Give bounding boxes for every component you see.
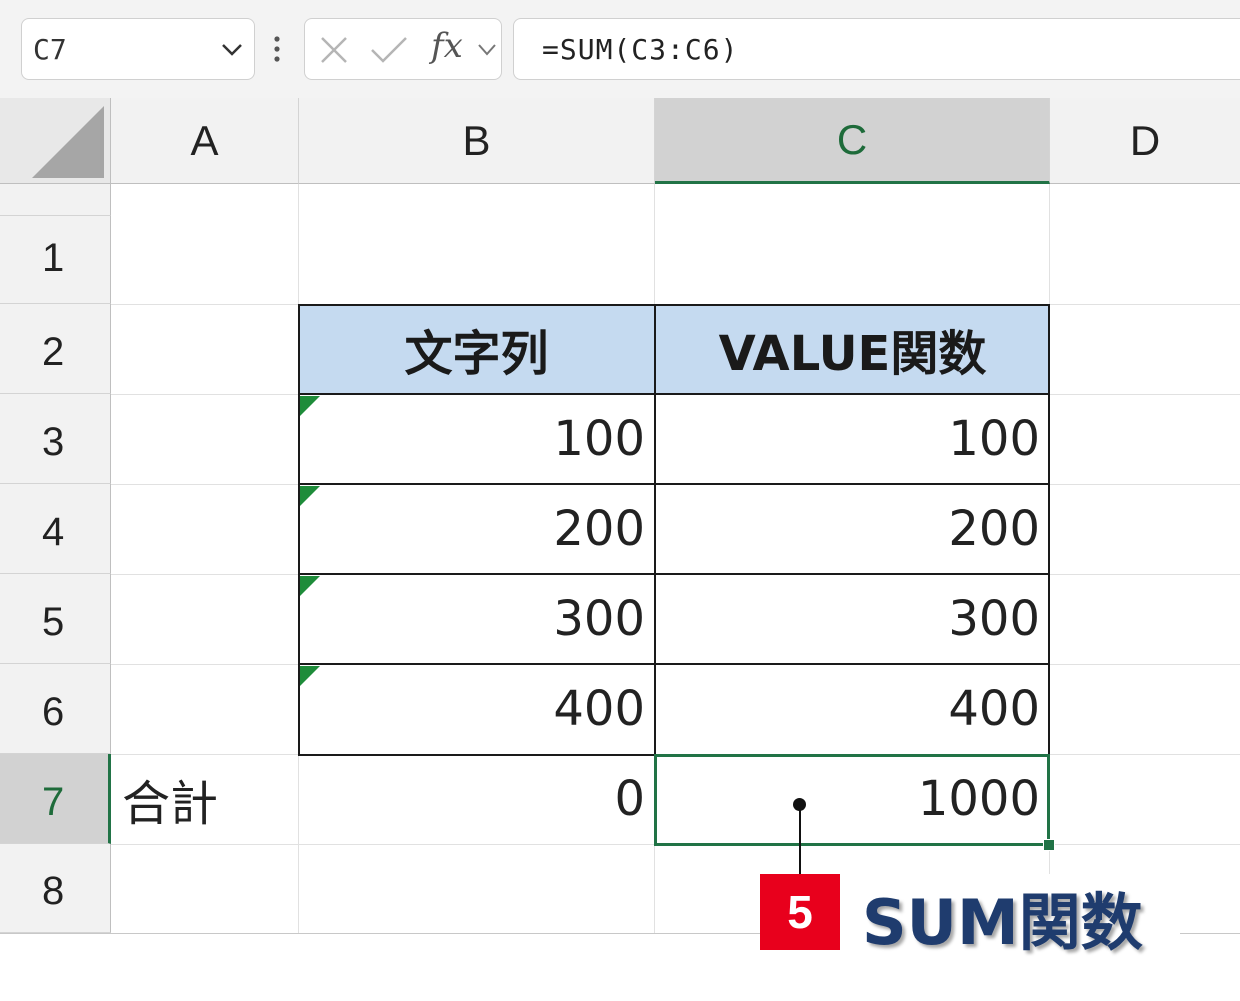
cell-c5[interactable]: 300 (655, 574, 1050, 664)
row-header-7[interactable]: 7 (0, 754, 111, 844)
row-header-4[interactable]: 4 (0, 484, 111, 574)
row-header-5[interactable]: 5 (0, 574, 111, 664)
number-stored-as-text-indicator[interactable] (300, 486, 320, 506)
row-header-8[interactable]: 8 (0, 844, 111, 933)
table-rule (654, 304, 656, 756)
select-all-triangle-icon (32, 106, 104, 178)
name-box-value: C7 (33, 33, 67, 66)
fill-handle[interactable] (1043, 839, 1055, 851)
column-header-c[interactable]: C (655, 98, 1050, 184)
cancel-icon[interactable] (319, 35, 349, 65)
cell-c3[interactable]: 100 (655, 394, 1050, 484)
table-rule (298, 393, 1050, 395)
formula-controls: fx (304, 18, 502, 80)
row-header-6[interactable]: 6 (0, 664, 111, 754)
column-header-a[interactable]: A (111, 98, 299, 184)
cell-b2-header[interactable]: 文字列 (298, 304, 655, 394)
worksheet-grid: A B C D 1 2 3 4 5 6 7 8 文字列 VALUE関数 100 … (0, 98, 1240, 934)
cell-c4[interactable]: 200 (655, 484, 1050, 574)
row-header-3[interactable]: 3 (0, 394, 111, 484)
cell-b5[interactable]: 300 (298, 574, 655, 664)
cell-c2-header[interactable]: VALUE関数 (655, 304, 1050, 394)
row-header-2[interactable]: 2 (0, 304, 111, 394)
table-rule (298, 573, 1050, 575)
cell-c6[interactable]: 400 (655, 664, 1050, 754)
row-header-gap (0, 184, 111, 216)
table-rule (298, 663, 1050, 665)
number-stored-as-text-indicator[interactable] (300, 396, 320, 416)
number-stored-as-text-indicator[interactable] (300, 666, 320, 686)
select-all-button[interactable] (0, 98, 111, 184)
formula-input[interactable]: =SUM(C3:C6) (513, 18, 1240, 80)
step-number-badge: 5 (760, 874, 840, 950)
column-header-d[interactable]: D (1050, 98, 1240, 184)
active-cell-border (654, 754, 1050, 846)
table-rule (298, 483, 1050, 485)
cell-b7[interactable]: 0 (298, 754, 655, 844)
annotation-leader-line (799, 805, 801, 875)
more-options-icon[interactable] (273, 36, 281, 62)
name-box[interactable]: C7 (21, 18, 255, 80)
chevron-down-icon[interactable] (477, 43, 497, 57)
row-header-1[interactable]: 1 (0, 216, 111, 304)
formula-bar: C7 fx =SUM(C3:C6) (0, 0, 1240, 98)
chevron-down-icon (222, 44, 242, 56)
annotation-text: SUM関数 (862, 886, 1143, 959)
cell-b3[interactable]: 100 (298, 394, 655, 484)
column-header-b[interactable]: B (299, 98, 655, 184)
cell-b4[interactable]: 200 (298, 484, 655, 574)
cell-b6[interactable]: 400 (298, 664, 655, 754)
insert-function-icon[interactable]: fx (431, 26, 463, 66)
enter-check-icon[interactable] (369, 35, 409, 65)
formula-text: =SUM(C3:C6) (542, 33, 739, 66)
cell-a7-total-label[interactable]: 合計 (112, 754, 298, 844)
number-stored-as-text-indicator[interactable] (300, 576, 320, 596)
